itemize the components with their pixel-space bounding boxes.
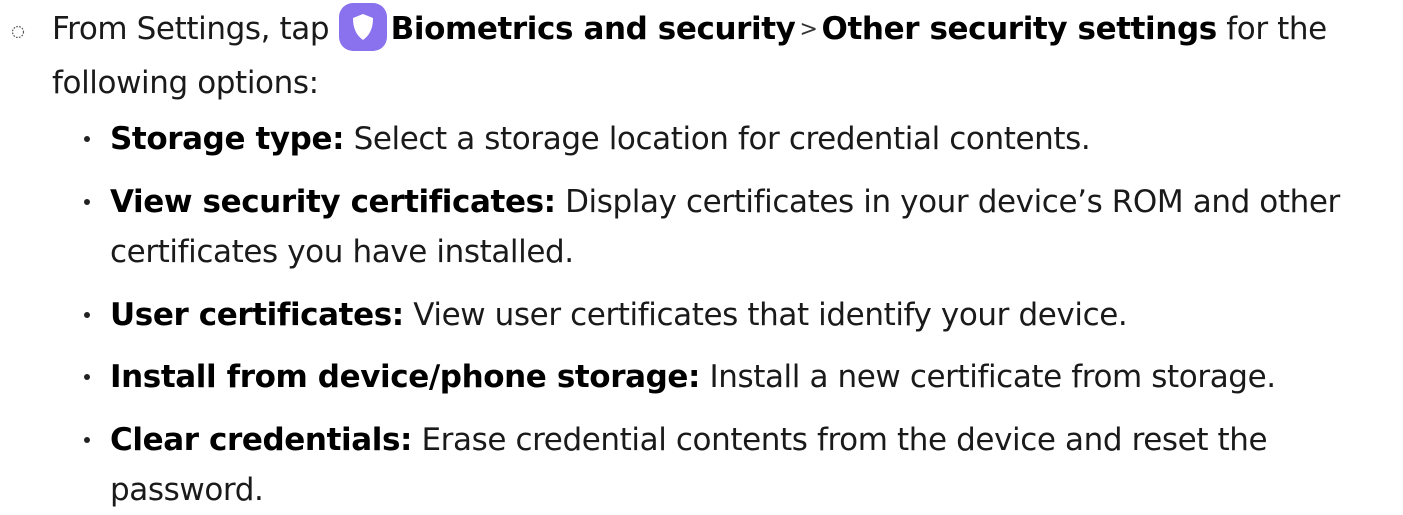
menu-item-biometrics: Biometrics and security xyxy=(390,11,796,47)
option-colon: : xyxy=(688,359,701,395)
step-text: From Settings, tap Biometrics and securi… xyxy=(52,2,1382,108)
list-item: Install from device/phone storage: Insta… xyxy=(84,352,1395,402)
bullet-icon xyxy=(84,437,90,443)
option-colon: : xyxy=(543,184,556,220)
step-marker-icon xyxy=(11,25,25,39)
list-item: Storage type: Select a storage location … xyxy=(84,114,1395,164)
bullet-icon xyxy=(84,312,90,318)
shield-icon xyxy=(338,2,387,51)
option-term: User certificates xyxy=(110,297,392,333)
menu-item-other-security: Other security settings xyxy=(821,11,1218,47)
option-colon: : xyxy=(332,121,345,157)
list-item: Clear credentials: Erase credential cont… xyxy=(84,415,1395,515)
bullet-icon xyxy=(84,136,90,142)
list-item: View security certificates: Display cert… xyxy=(84,177,1395,277)
option-term: Storage type xyxy=(110,121,333,157)
list-item: User certificates: View user certificate… xyxy=(84,290,1395,340)
option-colon: : xyxy=(391,297,404,333)
option-colon: : xyxy=(400,422,413,458)
option-term: Install from device/phone storage xyxy=(110,359,689,395)
step-intro: From Settings, tap xyxy=(52,11,339,47)
breadcrumb-separator: > xyxy=(799,17,818,42)
bullet-icon xyxy=(84,374,90,380)
bullet-icon xyxy=(84,199,90,205)
option-description: View user certificates that identify you… xyxy=(403,297,1128,333)
option-term: View security certificates xyxy=(110,184,544,220)
settings-instructions: From Settings, tap Biometrics and securi… xyxy=(0,0,1403,508)
option-description: Install a new certificate from storage. xyxy=(700,359,1276,395)
option-term: Clear credentials xyxy=(110,422,401,458)
option-description: Select a storage location for credential… xyxy=(344,121,1091,157)
